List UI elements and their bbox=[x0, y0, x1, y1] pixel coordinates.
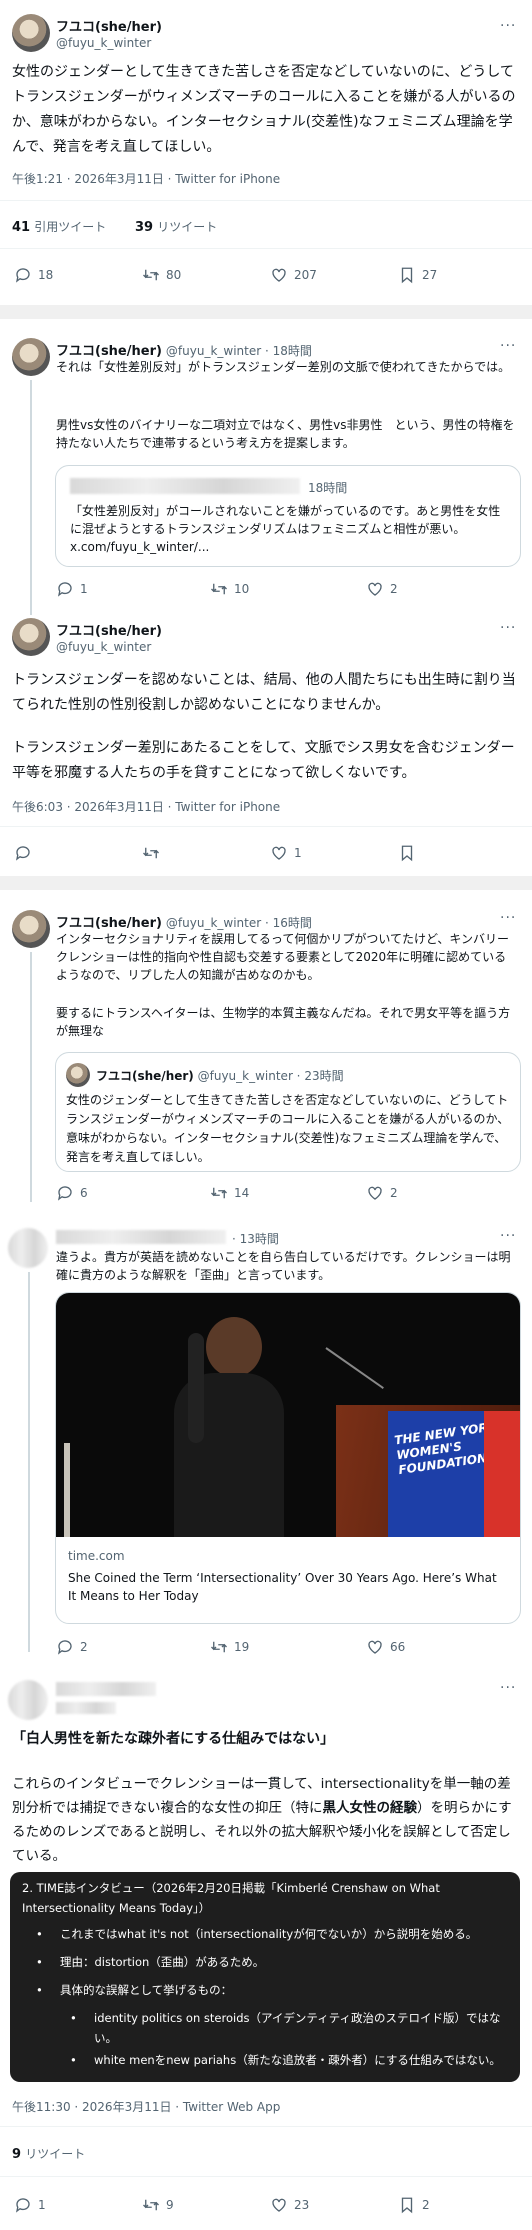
retweet-icon bbox=[210, 1638, 228, 1656]
reply-icon bbox=[56, 1638, 74, 1656]
like-button[interactable]: 23 bbox=[270, 2196, 309, 2214]
reply-icon bbox=[14, 2196, 32, 2214]
author-handle[interactable]: @fuyu_k_winter bbox=[56, 640, 151, 654]
like-icon bbox=[270, 266, 288, 284]
tweet-meta[interactable]: 午後11:30 · 2026年3月11日 · Twitter Web App bbox=[12, 2098, 280, 2115]
quoted-tweet[interactable]: フユコ(she/her) @fuyu_k_winter · 23時間 女性のジェ… bbox=[55, 1052, 521, 1172]
tweet-meta[interactable]: 午後6:03 · 2026年3月11日 · Twitter for iPhone bbox=[12, 798, 280, 815]
reply-icon bbox=[56, 580, 74, 598]
reply-button[interactable]: 1 bbox=[14, 2196, 46, 2214]
more-icon[interactable]: ··· bbox=[500, 910, 516, 926]
avatar[interactable] bbox=[8, 1680, 48, 1720]
link-title: She Coined the Term ‘Intersectionality’ … bbox=[68, 1571, 497, 1603]
box-item: 理由：distortion（歪曲）があるため。 bbox=[60, 1955, 265, 1969]
tweet-time: · 13時間 bbox=[232, 1232, 279, 1246]
blurred-handle bbox=[56, 1702, 116, 1714]
blurred-user bbox=[56, 1682, 156, 1696]
reply-button[interactable]: 2 bbox=[56, 1638, 88, 1656]
quoted-header: フユコ(she/her) @fuyu_k_winter · 23時間 bbox=[96, 1069, 344, 1083]
more-icon[interactable]: ··· bbox=[500, 620, 516, 636]
retweet-button[interactable] bbox=[142, 844, 160, 862]
reply-button[interactable] bbox=[14, 844, 32, 862]
retweet-button[interactable]: 19 bbox=[210, 1638, 249, 1656]
card-image: THE NEW YORK WOMEN'S FOUNDATION bbox=[56, 1293, 520, 1537]
retweet-icon bbox=[210, 580, 228, 598]
retweet-stats[interactable]: 9 リツイート bbox=[12, 2145, 85, 2162]
quoted-time: 18時間 bbox=[308, 481, 348, 495]
retweet-stats[interactable]: 39 リツイート bbox=[135, 218, 217, 235]
bookmark-button[interactable]: 2 bbox=[398, 2196, 430, 2214]
tweet-text: トランスジェンダーを認めないことは、結局、他の人間たちにも出生時に割り当てられた… bbox=[12, 672, 516, 713]
blurred-user bbox=[56, 1230, 226, 1244]
reply-icon bbox=[56, 1184, 74, 1202]
like-icon bbox=[366, 580, 384, 598]
box-item: これまではwhat it's not（intersectionalityが何でな… bbox=[60, 1927, 478, 1941]
quoted-text: 女性のジェンダーとして生きてきた苦しさを否定などしていないのに、どうしてトランス… bbox=[66, 1093, 510, 1164]
reply-button[interactable]: 6 bbox=[56, 1184, 88, 1202]
avatar[interactable] bbox=[12, 910, 50, 948]
quote-stats[interactable]: 41 引用ツイート bbox=[12, 218, 106, 235]
quoted-text: 「女性差別反対」がコールされないことを嫌がっているのです。あと男性を女性に混ぜよ… bbox=[70, 504, 501, 554]
bookmark-icon bbox=[398, 844, 416, 862]
more-icon[interactable]: ··· bbox=[500, 1228, 516, 1244]
more-icon[interactable]: ··· bbox=[500, 1680, 516, 1696]
reply-icon bbox=[14, 266, 32, 284]
retweet-icon bbox=[210, 1184, 228, 1202]
bookmark-icon bbox=[398, 266, 416, 284]
bookmark-button[interactable]: 27 bbox=[398, 266, 437, 284]
like-icon bbox=[270, 844, 288, 862]
avatar[interactable] bbox=[8, 1228, 48, 1268]
avatar[interactable] bbox=[12, 618, 50, 656]
like-button[interactable]: 1 bbox=[270, 844, 302, 862]
tweet-text-2: 要するにトランスヘイターは、生物学的本質主義なんだね。それで男女平等を謳う方が無… bbox=[56, 1006, 511, 1038]
tweet-text: 女性のジェンダーとして生きてきた苦しさを否定などしていないのに、どうしてトランス… bbox=[12, 64, 516, 155]
box-subitem: white menをnew pariahs（新たな追放者・疎外者）にする仕組みで… bbox=[94, 2053, 501, 2067]
like-button[interactable]: 207 bbox=[270, 266, 317, 284]
reply-header: フユコ(she/her) @fuyu_k_winter · 18時間 bbox=[56, 344, 312, 359]
like-icon bbox=[270, 2196, 288, 2214]
tweet-text: インターセクショナリティを誤用してるって何個かリプがついてたけど、キンバリークレ… bbox=[56, 932, 510, 982]
tweet-text: これらのインタビューでクレンショーは一貫して、intersectionality… bbox=[12, 1776, 512, 1864]
author-handle[interactable]: @fuyu_k_winter bbox=[56, 36, 151, 50]
reply-button[interactable]: 18 bbox=[14, 266, 53, 284]
like-button[interactable]: 2 bbox=[366, 580, 398, 598]
tweet-meta[interactable]: 午後1:21 · 2026年3月11日 · Twitter for iPhone bbox=[12, 170, 280, 187]
avatar[interactable] bbox=[12, 14, 50, 52]
box-subitem: identity politics on steroids（アイデンティティ政治… bbox=[94, 2011, 501, 2045]
avatar bbox=[66, 1063, 90, 1087]
link-domain: time.com bbox=[68, 1549, 125, 1563]
retweet-button[interactable]: 80 bbox=[142, 266, 181, 284]
like-button[interactable]: 2 bbox=[366, 1184, 398, 1202]
retweet-button[interactable]: 9 bbox=[142, 2196, 174, 2214]
reply-text-2: 男性vs女性のバイナリーな二項対立ではなく、男性vs非男性 という、男性の特権を… bbox=[56, 418, 515, 450]
tweet-text-2: トランスジェンダー差別にあたることをして、文脈でシス男女を含むジェンダー平等を邪… bbox=[12, 740, 515, 781]
box-item: 具体的な誤解として挙げるもの： bbox=[60, 1983, 233, 1997]
retweet-icon bbox=[142, 844, 160, 862]
reply-icon bbox=[14, 844, 32, 862]
like-button[interactable]: 66 bbox=[366, 1638, 405, 1656]
tweet-header: フユコ(she/her) @fuyu_k_winter · 16時間 bbox=[56, 916, 312, 931]
author-name[interactable]: フユコ(she/her) bbox=[56, 620, 162, 639]
more-icon[interactable]: ··· bbox=[500, 338, 516, 354]
bookmark-button[interactable] bbox=[398, 844, 416, 862]
retweet-button[interactable]: 10 bbox=[210, 580, 249, 598]
tweet-headline: 「白人男性を新たな疎外者にする仕組みではない」 bbox=[12, 1731, 335, 1747]
author-name[interactable]: フユコ(she/her) bbox=[56, 16, 162, 35]
avatar[interactable] bbox=[12, 338, 50, 376]
retweet-icon bbox=[142, 266, 160, 284]
reply-text: それは「女性差別反対」がトランスジェンダー差別の文脈で使われてきたからでは。 bbox=[56, 360, 511, 374]
more-icon[interactable]: ··· bbox=[500, 18, 516, 34]
like-icon bbox=[366, 1184, 384, 1202]
retweet-button[interactable]: 14 bbox=[210, 1184, 249, 1202]
quoted-tweet[interactable]: 18時間 「女性差別反対」がコールされないことを嫌がっているのです。あと男性を女… bbox=[55, 465, 521, 567]
like-icon bbox=[366, 1638, 384, 1656]
retweet-icon bbox=[142, 2196, 160, 2214]
tweet-text: 違うよ。貴方が英語を読めないことを自ら告白しているだけです。クレンショーは明確に… bbox=[56, 1250, 511, 1282]
quote-box: 2. TIME誌インタビュー（2026年2月20日掲載「Kimberlé Cre… bbox=[10, 1872, 520, 2082]
bookmark-icon bbox=[398, 2196, 416, 2214]
blurred-user bbox=[70, 478, 300, 494]
box-heading: 2. TIME誌インタビュー（2026年2月20日掲載「Kimberlé Cre… bbox=[22, 1881, 440, 1915]
link-card[interactable]: THE NEW YORK WOMEN'S FOUNDATION time.com… bbox=[55, 1292, 521, 1624]
reply-button[interactable]: 1 bbox=[56, 580, 88, 598]
